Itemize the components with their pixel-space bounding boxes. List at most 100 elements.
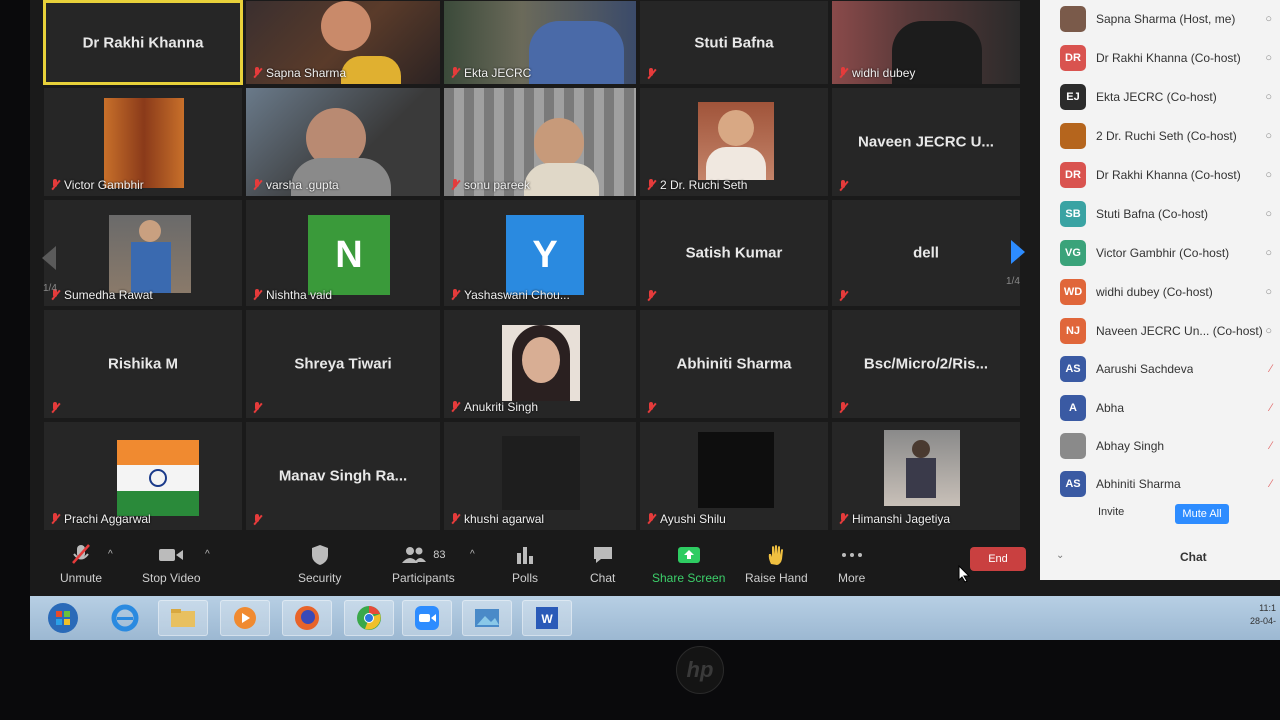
participant-name: Aarushi Sachdeva [1096,362,1194,376]
chat-section-label[interactable]: Chat [1180,550,1207,564]
next-page-icon[interactable] [1011,240,1025,264]
mute-all-button[interactable]: Mute All [1175,504,1229,524]
video-tile[interactable]: 2 Dr. Ruchi Seth [639,87,829,197]
participant-video [884,430,960,506]
video-tile[interactable]: widhi dubey [831,0,1021,85]
video-tile[interactable]: Abhiniti Sharma [639,309,829,419]
participant-list-item[interactable]: WD widhi dubey (Co-host) ○ [1040,273,1280,311]
participant-name: Shreya Tiwari [294,355,392,373]
participant-list-item[interactable]: DR Dr Rakhi Khanna (Co-host) ○ [1040,39,1280,77]
polls-button[interactable]: Polls [512,543,538,585]
video-tile[interactable]: Rishika M [43,309,243,419]
more-dots-icon [841,543,863,567]
mic-muted-icon: ∕ [1270,402,1272,414]
video-tile[interactable]: Sapna Sharma [245,0,441,85]
video-tile[interactable]: dell [831,199,1021,307]
mouse-cursor-icon [958,565,971,583]
participant-label: Yashaswani Chou... [450,288,570,302]
video-tile[interactable]: Sumedha Rawat [43,199,243,307]
participant-list-item[interactable]: DR Dr Rakhi Khanna (Co-host) ○ [1040,156,1280,194]
stop-video-button[interactable]: Stop Video [142,543,201,585]
video-tile[interactable]: Dr Rakhi Khanna [43,0,243,85]
video-tile[interactable]: Naveen JECRC U... [831,87,1021,197]
mic-muted-icon [50,402,60,414]
participant-list-item[interactable]: SB Stuti Bafna (Co-host) ○ [1040,195,1280,233]
participant-list-item[interactable]: Sapna Sharma (Host, me) ○ [1040,0,1280,38]
video-camera-icon [158,543,184,567]
avatar: AS [1060,471,1086,497]
participants-count: 83 [433,549,446,561]
participants-options-chevron-icon[interactable]: ^ [470,549,475,560]
video-tile[interactable]: Satish Kumar [639,199,829,307]
video-tile[interactable]: Manav Singh Ra... [245,421,441,531]
participant-label: varsha .gupta [252,178,339,192]
shield-icon [310,543,330,567]
image-viewer-icon[interactable] [462,600,512,636]
video-tile[interactable]: khushi agarwal [443,421,637,531]
word-icon[interactable]: W [522,600,572,636]
video-tile[interactable]: Anukriti Singh [443,309,637,419]
participant-list-item[interactable]: NJ Naveen JECRC Un... (Co-host) ○ [1040,312,1280,350]
participant-video [502,325,580,401]
video-status-icon: ○ [1265,247,1272,259]
avatar: SB [1060,201,1086,227]
participant-name: Victor Gambhir (Co-host) [1096,246,1230,260]
participants-button[interactable]: 83 Participants [392,543,455,585]
video-tile[interactable]: Shreya Tiwari [245,309,441,419]
avatar: A [1060,395,1086,421]
participant-list-item[interactable]: AS Abhiniti Sharma ∕ [1040,465,1280,503]
chat-button[interactable]: Chat [590,543,615,585]
media-player-icon[interactable] [220,600,270,636]
file-explorer-icon[interactable] [158,600,208,636]
participants-panel: Sapna Sharma (Host, me) ○ DR Dr Rakhi Khann… [1040,0,1280,580]
video-tile[interactable]: Y Yashaswani Chou... [443,199,637,307]
participant-name: Stuti Bafna [694,34,774,51]
unmute-button[interactable]: Unmute [60,543,102,585]
prev-page-icon[interactable] [42,246,56,270]
participant-name: Manav Singh Ra... [278,467,408,485]
share-screen-button[interactable]: Share Screen [652,543,725,585]
participant-list-item[interactable]: AS Aarushi Sachdeva ∕ [1040,350,1280,388]
participant-label: Nishtha vaid [252,288,332,302]
video-tile[interactable]: Prachi Aggarwal [43,421,243,531]
participant-label [646,290,656,302]
video-tile[interactable]: varsha .gupta [245,87,441,197]
participant-name: Abha [1096,401,1125,415]
internet-explorer-icon[interactable] [100,600,150,636]
participant-label [50,402,60,414]
avatar [1060,433,1086,459]
mic-off-icon [71,543,91,567]
video-tile[interactable]: Himanshi Jagetiya [831,421,1021,531]
participant-label: Ayushi Shilu [646,512,726,526]
security-button[interactable]: Security [298,543,341,585]
invite-button[interactable]: Invite [1098,506,1124,518]
video-tile[interactable]: Stuti Bafna [639,0,829,85]
participant-list-item[interactable]: Abhay Singh ∕ [1040,427,1280,465]
participant-name: Naveen JECRC U... [858,133,994,151]
video-tile[interactable]: N Nishtha vaid [245,199,441,307]
participant-list-item[interactable]: EJ Ekta JECRC (Co-host) ○ [1040,78,1280,116]
participant-name: Stuti Bafna (Co-host) [1096,207,1209,221]
raise-hand-button[interactable]: Raise Hand [745,543,808,585]
video-options-chevron-icon[interactable]: ^ [205,549,210,560]
participant-list-item[interactable]: VG Victor Gambhir (Co-host) ○ [1040,234,1280,272]
video-tile[interactable]: Ayushi Shilu [639,421,829,531]
video-tile[interactable]: sonu pareek [443,87,637,197]
zoom-app-icon[interactable] [402,600,452,636]
more-button[interactable]: More [838,543,865,585]
firefox-icon[interactable] [282,600,332,636]
page-indicator-right: 1/4 [1006,276,1020,287]
participant-list-item[interactable]: A Abha ∕ [1040,389,1280,427]
video-tile[interactable]: Victor Gambhir [43,87,243,197]
video-tile[interactable]: Bsc/Micro/2/Ris... [831,309,1021,419]
video-tile[interactable]: Ekta JECRC [443,0,637,85]
start-button[interactable] [38,600,88,636]
participant-list-item[interactable]: 2 Dr. Ruchi Seth (Co-host) ○ [1040,117,1280,155]
system-tray[interactable]: 11:1 28-04- [1250,602,1276,628]
audio-options-chevron-icon[interactable]: ^ [108,549,113,560]
collapse-chevron-icon[interactable]: ⌄ [1056,550,1064,561]
end-meeting-button[interactable]: End [970,547,1026,571]
video-status-icon: ○ [1265,13,1272,25]
chrome-icon[interactable] [344,600,394,636]
hp-logo: hp [676,646,724,694]
